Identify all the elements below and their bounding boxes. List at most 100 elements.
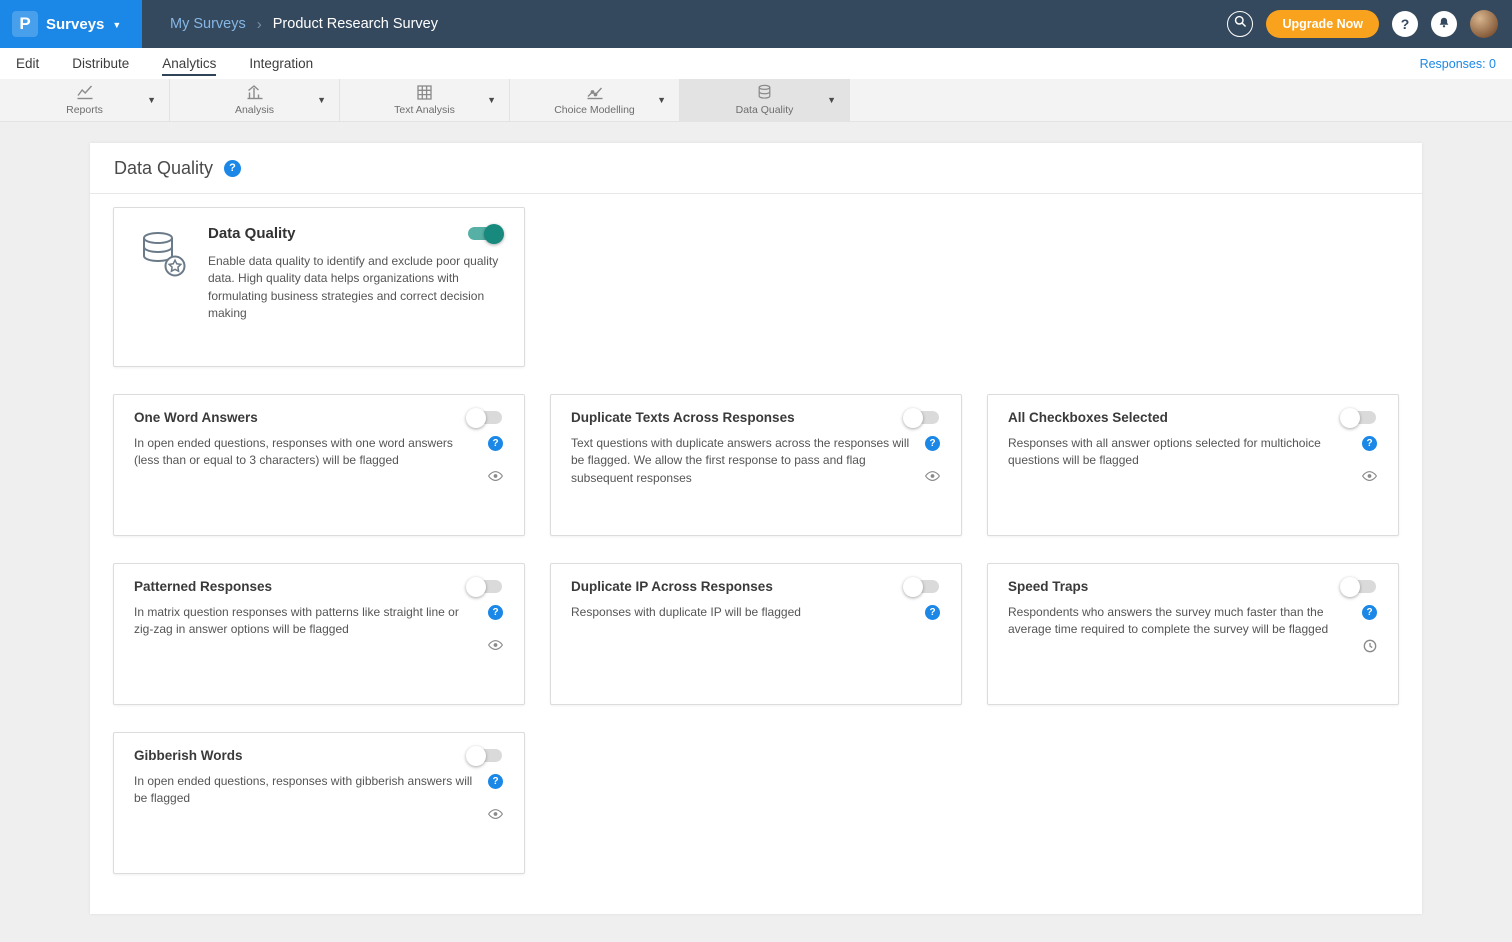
breadcrumb-my-surveys[interactable]: My Surveys bbox=[170, 16, 246, 32]
feature-card-patterned-responses: Patterned Responses In matrix question r… bbox=[113, 563, 525, 705]
tab-reports[interactable]: Reports ▼ bbox=[0, 79, 170, 121]
feature-card-one-word-answers: One Word Answers In open ended questions… bbox=[113, 394, 525, 536]
text-analysis-dropdown-caret-icon[interactable]: ▼ bbox=[487, 95, 496, 105]
reports-dropdown-caret-icon[interactable]: ▼ bbox=[147, 95, 156, 105]
card-title: Duplicate IP Across Responses bbox=[571, 579, 773, 594]
cards-area: Data Quality Enable data quality to iden… bbox=[90, 194, 1422, 914]
chevron-down-icon: ▼ bbox=[112, 20, 121, 30]
card-description: In open ended questions, responses with … bbox=[134, 773, 478, 820]
breadcrumb-separator-icon: › bbox=[257, 16, 262, 33]
breadcrumb-current: Product Research Survey bbox=[273, 16, 438, 32]
help-icon[interactable]: ? bbox=[488, 605, 503, 620]
help-button[interactable]: ? bbox=[1392, 11, 1418, 37]
feature-card-duplicate-ip: Duplicate IP Across Responses Responses … bbox=[550, 563, 962, 705]
tab-text-analysis[interactable]: Text Analysis ▼ bbox=[340, 79, 510, 121]
clock-icon[interactable] bbox=[1363, 639, 1377, 653]
page-title: Data Quality bbox=[114, 158, 213, 179]
all-checkboxes-toggle[interactable] bbox=[1342, 411, 1376, 424]
top-header: P Surveys ▼ My Surveys › Product Researc… bbox=[0, 0, 1512, 48]
reports-chart-icon bbox=[76, 84, 94, 101]
card-description: Respondents who answers the survey much … bbox=[1008, 604, 1352, 653]
tab-choice-modelling[interactable]: Choice Modelling ▼ bbox=[510, 79, 680, 121]
data-quality-toggle[interactable] bbox=[468, 227, 502, 240]
help-icon[interactable]: ? bbox=[488, 774, 503, 789]
toggle-knob bbox=[1340, 577, 1360, 597]
toggle-knob bbox=[466, 408, 486, 428]
feature-card-speed-traps: Speed Traps Respondents who answers the … bbox=[987, 563, 1399, 705]
nav-item-integration[interactable]: Integration bbox=[249, 51, 313, 76]
panel-header: Data Quality ? bbox=[90, 143, 1422, 194]
eye-icon[interactable] bbox=[488, 808, 503, 820]
feature-card-gibberish-words: Gibberish Words In open ended questions,… bbox=[113, 732, 525, 874]
card-title: All Checkboxes Selected bbox=[1008, 410, 1168, 425]
feature-card-duplicate-texts: Duplicate Texts Across Responses Text qu… bbox=[550, 394, 962, 536]
analysis-chart-icon bbox=[246, 84, 264, 101]
user-avatar[interactable] bbox=[1470, 10, 1498, 38]
help-icon[interactable]: ? bbox=[925, 436, 940, 451]
duplicate-ip-toggle[interactable] bbox=[905, 580, 939, 593]
card-title: Speed Traps bbox=[1008, 579, 1088, 594]
card-row-4: Gibberish Words In open ended questions,… bbox=[113, 732, 1399, 874]
feature-card-all-checkboxes: All Checkboxes Selected Responses with a… bbox=[987, 394, 1399, 536]
page-help-icon[interactable]: ? bbox=[224, 160, 241, 177]
eye-icon[interactable] bbox=[925, 470, 940, 482]
notifications-button[interactable] bbox=[1431, 11, 1457, 37]
data-quality-database-icon bbox=[756, 84, 773, 101]
nav-item-analytics[interactable]: Analytics bbox=[162, 51, 216, 76]
card-title: Gibberish Words bbox=[134, 748, 243, 763]
toggle-knob bbox=[1340, 408, 1360, 428]
data-quality-panel: Data Quality ? bbox=[90, 143, 1422, 914]
card-description: Responses with duplicate IP will be flag… bbox=[571, 604, 915, 621]
product-label: Surveys bbox=[46, 16, 104, 33]
breadcrumb: My Surveys › Product Research Survey bbox=[170, 16, 438, 33]
gibberish-words-toggle[interactable] bbox=[468, 749, 502, 762]
help-icon[interactable]: ? bbox=[488, 436, 503, 451]
card-title: One Word Answers bbox=[134, 410, 258, 425]
survey-nav: Edit Distribute Analytics Integration Re… bbox=[0, 48, 1512, 79]
header-actions: Upgrade Now ? bbox=[1227, 10, 1512, 38]
card-description: Text questions with duplicate answers ac… bbox=[571, 435, 915, 487]
tab-data-quality[interactable]: Data Quality ▼ bbox=[680, 79, 850, 121]
search-icon bbox=[1234, 15, 1247, 33]
help-icon[interactable]: ? bbox=[925, 605, 940, 620]
bell-icon bbox=[1437, 16, 1451, 33]
database-quality-icon bbox=[134, 225, 190, 349]
question-mark-icon: ? bbox=[1401, 16, 1410, 32]
eye-icon[interactable] bbox=[1362, 470, 1377, 482]
card-description: Enable data quality to identify and excl… bbox=[208, 253, 504, 349]
one-word-answers-toggle[interactable] bbox=[468, 411, 502, 424]
card-title: Patterned Responses bbox=[134, 579, 272, 594]
search-button[interactable] bbox=[1227, 11, 1253, 37]
toggle-knob bbox=[466, 577, 486, 597]
card-row-3: Patterned Responses In matrix question r… bbox=[113, 563, 1399, 705]
choice-modelling-chart-icon bbox=[586, 84, 604, 101]
card-description: In open ended questions, responses with … bbox=[134, 435, 478, 482]
toggle-knob bbox=[466, 746, 486, 766]
text-analysis-grid-icon bbox=[416, 84, 433, 101]
nav-item-distribute[interactable]: Distribute bbox=[72, 51, 129, 76]
analysis-dropdown-caret-icon[interactable]: ▼ bbox=[317, 95, 326, 105]
nav-item-edit[interactable]: Edit bbox=[16, 51, 39, 76]
help-icon[interactable]: ? bbox=[1362, 605, 1377, 620]
analytics-toolbar: Reports ▼ Analysis ▼ Text Analysis ▼ Cho… bbox=[0, 79, 1512, 122]
toggle-knob bbox=[903, 408, 923, 428]
card-title: Data Quality bbox=[208, 225, 296, 242]
feature-card-data-quality: Data Quality Enable data quality to iden… bbox=[113, 207, 525, 367]
speed-traps-toggle[interactable] bbox=[1342, 580, 1376, 593]
eye-icon[interactable] bbox=[488, 470, 503, 482]
patterned-responses-toggle[interactable] bbox=[468, 580, 502, 593]
data-quality-dropdown-caret-icon[interactable]: ▼ bbox=[827, 95, 836, 105]
tab-analysis[interactable]: Analysis ▼ bbox=[170, 79, 340, 121]
questionpro-logo: P bbox=[12, 11, 38, 37]
duplicate-texts-toggle[interactable] bbox=[905, 411, 939, 424]
surveys-menu[interactable]: P Surveys ▼ bbox=[0, 0, 142, 48]
eye-icon[interactable] bbox=[488, 639, 503, 651]
help-icon[interactable]: ? bbox=[1362, 436, 1377, 451]
card-row-1: Data Quality Enable data quality to iden… bbox=[113, 207, 1399, 367]
card-description: Responses with all answer options select… bbox=[1008, 435, 1352, 482]
toggle-knob bbox=[484, 224, 504, 244]
card-description: In matrix question responses with patter… bbox=[134, 604, 478, 651]
toggle-knob bbox=[903, 577, 923, 597]
upgrade-now-button[interactable]: Upgrade Now bbox=[1266, 10, 1379, 38]
choice-modelling-dropdown-caret-icon[interactable]: ▼ bbox=[657, 95, 666, 105]
